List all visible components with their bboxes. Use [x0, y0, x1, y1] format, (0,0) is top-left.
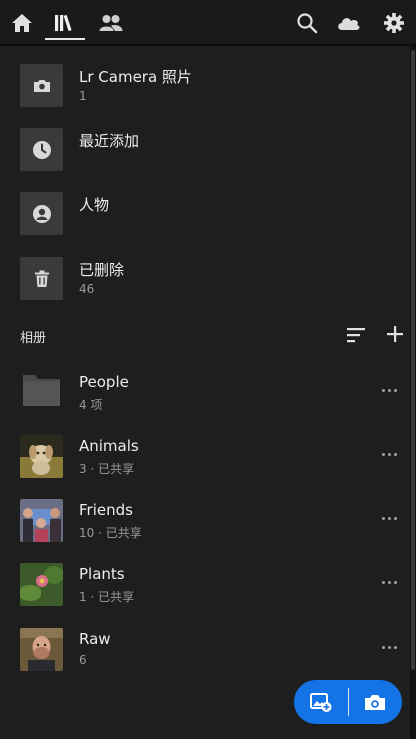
library-item-title: 最近添加: [79, 132, 140, 150]
people-icon[interactable]: [98, 10, 124, 36]
more-options-icon[interactable]: [382, 385, 404, 395]
album-thumbnail: [20, 435, 63, 478]
cloud-icon[interactable]: [336, 10, 362, 36]
album-thumbnail: [20, 499, 63, 542]
albums-section-title: 相册: [20, 331, 47, 346]
trash-icon: [20, 257, 63, 300]
clock-icon: [20, 128, 63, 171]
folder-icon: [20, 371, 63, 414]
add-photo-icon: [309, 693, 332, 712]
more-options-icon[interactable]: [382, 513, 404, 523]
active-tab-indicator: [45, 38, 85, 40]
sort-icon[interactable]: [344, 324, 368, 346]
library-item-camera[interactable]: Lr Camera 照片 1: [0, 64, 410, 128]
library-item-count: 46: [79, 282, 95, 296]
add-photo-button[interactable]: [294, 680, 348, 724]
album-meta: 10 · 已共享: [79, 526, 142, 540]
album-title: Friends: [79, 501, 133, 519]
library-item-title: 已删除: [79, 261, 125, 279]
album-item[interactable]: People 4 项: [0, 371, 410, 435]
camera-icon: [365, 695, 386, 710]
person-icon: [20, 192, 63, 235]
add-album-icon[interactable]: [383, 322, 407, 346]
album-item[interactable]: Plants 1 · 已共享: [0, 563, 410, 627]
top-bar: [0, 0, 416, 46]
album-meta: 4 项: [79, 398, 103, 412]
album-item[interactable]: Friends 10 · 已共享: [0, 499, 410, 563]
home-icon[interactable]: [9, 10, 35, 36]
library-item-deleted[interactable]: 已删除 46: [0, 257, 410, 321]
scrollbar-thumb[interactable]: [411, 50, 415, 670]
album-title: Animals: [79, 437, 139, 455]
album-title: People: [79, 373, 129, 391]
album-meta: 1 · 已共享: [79, 590, 135, 604]
gear-icon[interactable]: [381, 10, 407, 36]
album-meta: 3 · 已共享: [79, 462, 135, 476]
library-item-people[interactable]: 人物: [0, 192, 410, 256]
camera-icon: [20, 64, 63, 107]
album-title: Plants: [79, 565, 125, 583]
search-icon[interactable]: [294, 10, 320, 36]
library-item-recent[interactable]: 最近添加: [0, 128, 410, 192]
library-icon[interactable]: [52, 10, 78, 36]
library-item-title: 人物: [79, 196, 110, 214]
more-options-icon[interactable]: [382, 449, 404, 459]
camera-button[interactable]: [348, 680, 402, 724]
library-item-count: 1: [79, 89, 87, 103]
album-thumbnail: [20, 563, 63, 606]
library-item-title: Lr Camera 照片: [79, 68, 192, 86]
album-meta: 6: [79, 653, 87, 667]
album-item[interactable]: Animals 3 · 已共享: [0, 435, 410, 499]
album-title: Raw: [79, 630, 111, 648]
floating-action-bar: [294, 680, 402, 724]
fab-divider: [347, 688, 349, 716]
more-options-icon[interactable]: [382, 577, 404, 587]
album-thumbnail: [20, 628, 63, 671]
more-options-icon[interactable]: [382, 642, 404, 652]
